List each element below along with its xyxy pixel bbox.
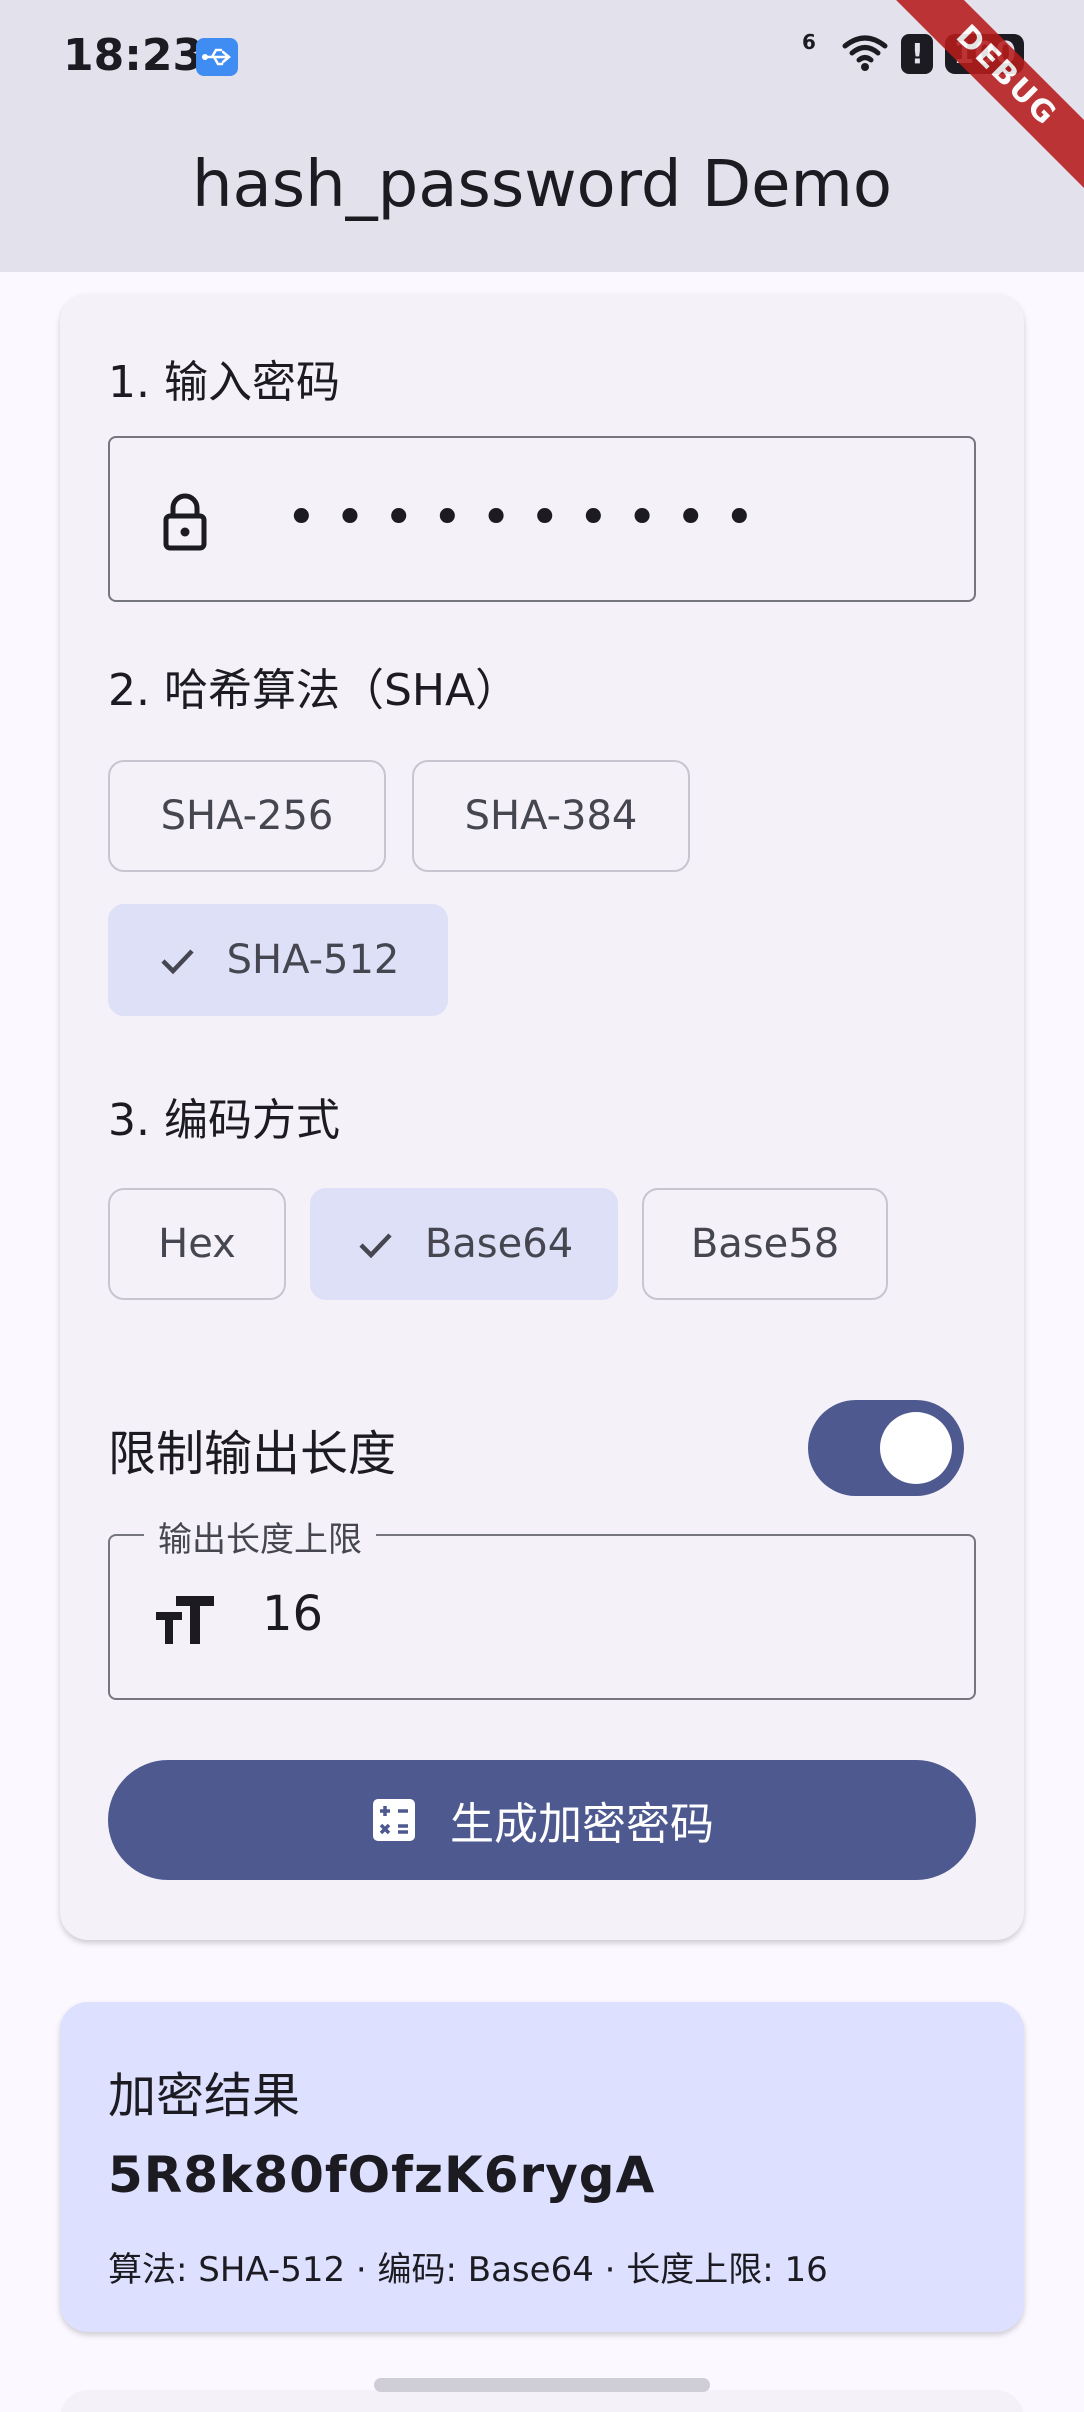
chip-sha256-label: SHA-256 bbox=[160, 793, 334, 839]
password-value: •••••••••• bbox=[286, 488, 773, 548]
app-bar: 18:23 6 ! 100 hash_password Demo DEBUG bbox=[0, 0, 1084, 272]
step2-label: 2. 哈希算法（SHA） bbox=[108, 665, 520, 716]
home-indicator[interactable] bbox=[374, 2378, 710, 2392]
hash-form-card: 1. 输入密码 •••••••••• 2. 哈希算法（SHA） SHA-256 … bbox=[60, 294, 1024, 1940]
calculator-icon bbox=[373, 1799, 415, 1841]
length-limit-field[interactable]: 输出长度上限 16 bbox=[108, 1512, 976, 1700]
step1-label: 1. 输入密码 bbox=[108, 357, 340, 408]
debug-banner: DEBUG bbox=[884, 0, 1084, 200]
chip-hex-label: Hex bbox=[158, 1221, 236, 1267]
generate-button[interactable]: 生成加密密码 bbox=[108, 1760, 976, 1880]
wifi-icon bbox=[841, 32, 889, 76]
usb-icon bbox=[196, 38, 238, 76]
length-limit-value: 16 bbox=[262, 1586, 324, 1642]
check-icon bbox=[359, 1233, 392, 1259]
status-time: 18:23 bbox=[63, 30, 204, 81]
text-size-icon bbox=[156, 1596, 214, 1644]
chip-base64-label: Base64 bbox=[424, 1221, 574, 1267]
check-icon bbox=[161, 949, 194, 975]
lock-icon bbox=[163, 493, 207, 551]
switch-thumb bbox=[880, 1412, 952, 1484]
next-card-edge bbox=[60, 2390, 1024, 2412]
debug-banner-label: DEBUG bbox=[890, 0, 1084, 192]
result-value[interactable]: 5R8k80fOfzK6rygA bbox=[108, 2146, 655, 2204]
network-type: 6 bbox=[802, 30, 816, 54]
chip-sha512[interactable]: SHA-512 bbox=[108, 904, 448, 1016]
generate-button-label: 生成加密密码 bbox=[450, 1799, 714, 1850]
chip-base64[interactable]: Base64 bbox=[310, 1188, 618, 1300]
step3-label: 3. 编码方式 bbox=[108, 1095, 340, 1146]
password-field[interactable]: •••••••••• bbox=[108, 436, 976, 602]
limit-length-label: 限制输出长度 bbox=[108, 1426, 397, 1482]
chip-sha256[interactable]: SHA-256 bbox=[108, 760, 386, 872]
limit-length-switch[interactable] bbox=[808, 1400, 964, 1496]
chip-sha384[interactable]: SHA-384 bbox=[412, 760, 690, 872]
chip-base58-label: Base58 bbox=[690, 1221, 840, 1267]
chip-base58[interactable]: Base58 bbox=[642, 1188, 888, 1300]
result-title: 加密结果 bbox=[108, 2068, 301, 2124]
chip-hex[interactable]: Hex bbox=[108, 1188, 286, 1300]
result-meta: 算法: SHA-512 · 编码: Base64 · 长度上限: 16 bbox=[108, 2250, 828, 2290]
length-limit-label: 输出长度上限 bbox=[144, 1512, 376, 1561]
result-card: 加密结果 5R8k80fOfzK6rygA 算法: SHA-512 · 编码: … bbox=[60, 2002, 1024, 2332]
chip-sha512-label: SHA-512 bbox=[226, 937, 400, 983]
chip-sha384-label: SHA-384 bbox=[464, 793, 638, 839]
